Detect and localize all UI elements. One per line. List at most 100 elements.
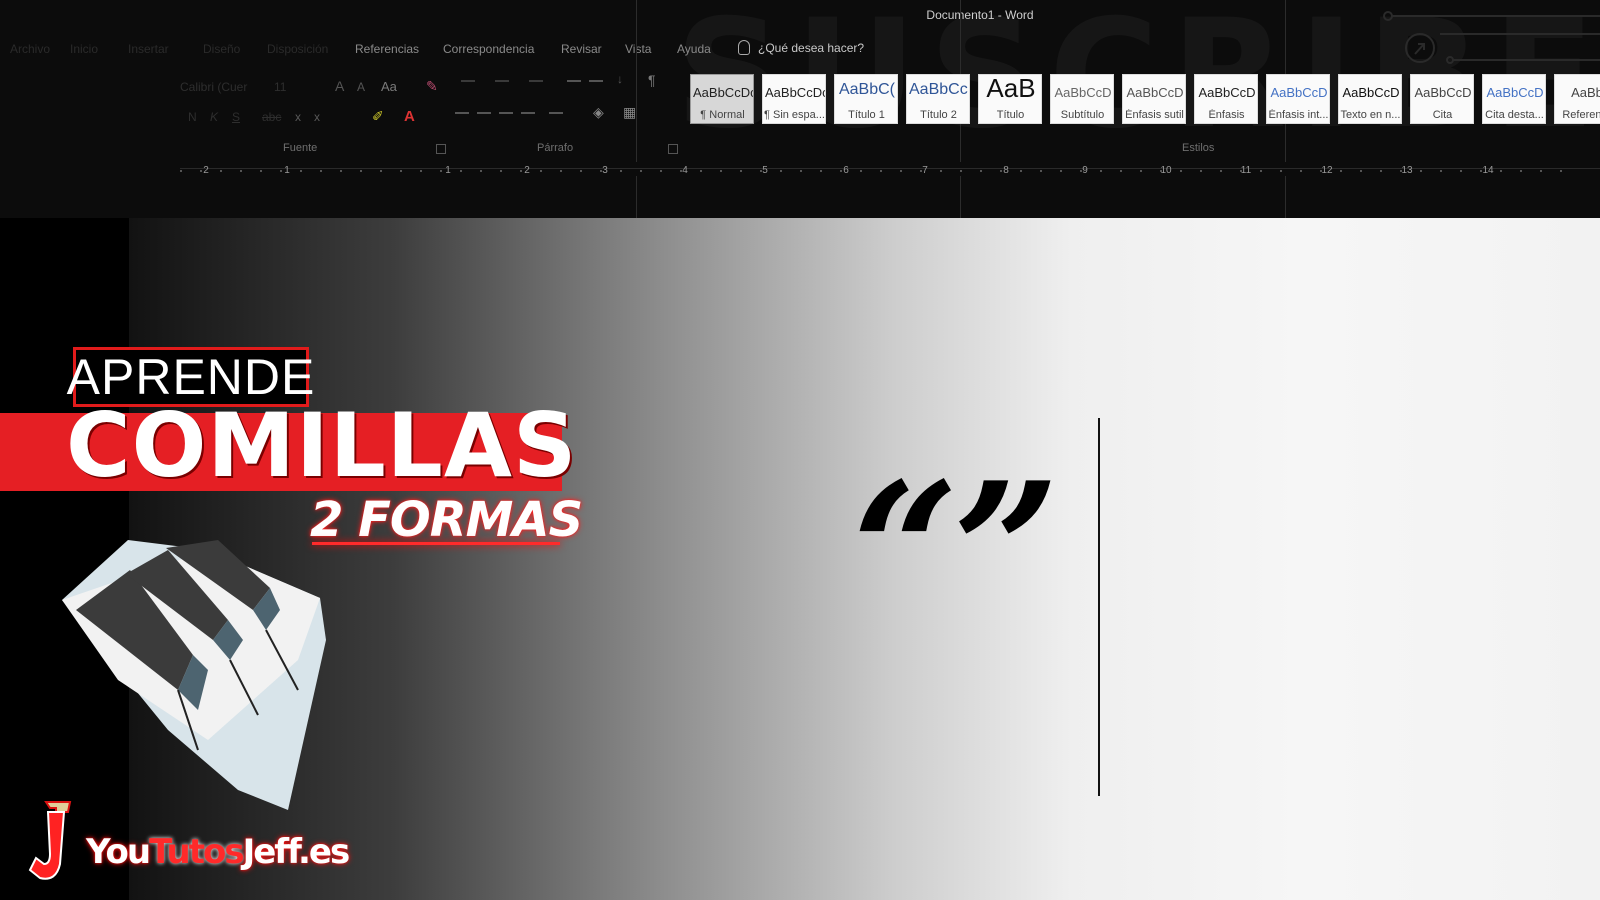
style-tile[interactable]: AaBbCcD Cita	[1410, 74, 1474, 124]
style-tile[interactable]: AaBbCcD Énfasis	[1194, 74, 1258, 124]
multilevel-list-icon[interactable]	[529, 80, 543, 82]
circuit-decoration	[1383, 11, 1600, 64]
italic-button[interactable]: K	[210, 110, 218, 124]
font-color-icon[interactable]: A	[404, 108, 415, 125]
tab-vista[interactable]: Vista	[625, 42, 651, 56]
subscript-button[interactable]: x	[295, 110, 301, 124]
ruler-dot	[280, 170, 282, 172]
horizontal-ruler[interactable]: 2 1 1 2 3 4 5 6 7 8 9 10 11 12 13 14	[180, 162, 1600, 176]
style-sample: AaBbCcD	[1486, 85, 1544, 100]
style-name: Subtítulo	[1060, 109, 1105, 121]
ruler-dot	[220, 170, 222, 172]
ruler-dot	[760, 170, 762, 172]
justify-icon[interactable]	[521, 112, 535, 114]
style-tile[interactable]: AaBbCcI Título 2	[906, 74, 970, 124]
ruler-dot	[1440, 170, 1442, 172]
style-tile[interactable]: AaBbCcDc ¶ Normal	[690, 74, 754, 124]
style-sample: AaBbCcDc	[765, 85, 825, 100]
style-tile[interactable]: AaBbCcD Cita desta...	[1482, 74, 1546, 124]
ruler-line	[180, 168, 1600, 169]
style-tile[interactable]: AaBbCcDc ¶ Sin espa...	[762, 74, 826, 124]
tab-referencias[interactable]: Referencias	[355, 42, 419, 56]
shrink-font-icon[interactable]: A	[357, 80, 365, 94]
style-tile[interactable]: AaB Título	[978, 74, 1042, 124]
style-tile[interactable]: AaBbC(Título 1	[834, 74, 898, 124]
grow-font-icon[interactable]: A	[335, 78, 344, 94]
ruler-number: 5	[762, 165, 768, 176]
ruler-dot	[1240, 170, 1242, 172]
ruler-dot	[1180, 170, 1182, 172]
tab-archivo[interactable]: Archivo	[10, 42, 50, 56]
numbering-icon[interactable]	[495, 80, 509, 82]
style-tile[interactable]: AaBbCcD Énfasis sutil	[1122, 74, 1186, 124]
change-case-button[interactable]: Aa	[381, 79, 397, 94]
ruler-dot	[1000, 170, 1002, 172]
ruler-dot	[700, 170, 702, 172]
style-name: Énfasis int...	[1268, 109, 1329, 121]
sort-icon[interactable]: ↓	[617, 72, 623, 86]
align-right-icon[interactable]	[499, 112, 513, 114]
pilcrow-icon[interactable]: ¶	[648, 72, 656, 88]
superscript-button[interactable]: x	[314, 110, 320, 124]
tab-correspondencia[interactable]: Correspondencia	[443, 42, 534, 56]
font-size-select[interactable]: 11	[274, 80, 286, 94]
borders-icon[interactable]: ▦	[623, 104, 636, 121]
tab-ayuda[interactable]: Ayuda	[677, 42, 711, 56]
ruler-dot	[1260, 170, 1262, 172]
ruler-dot	[660, 170, 662, 172]
line-spacing-icon[interactable]	[549, 112, 563, 114]
style-name: ¶ Sin espa...	[764, 109, 825, 121]
bullets-icon[interactable]	[461, 80, 475, 82]
tab-revisar[interactable]: Revisar	[561, 42, 602, 56]
ruler-dot	[640, 170, 642, 172]
formas-underline	[312, 542, 560, 545]
ruler-dot	[1400, 170, 1402, 172]
ruler-dot	[940, 170, 942, 172]
strikethrough-button[interactable]: abc	[262, 110, 281, 124]
style-name: ¶ Normal	[700, 109, 745, 121]
increase-indent-icon[interactable]	[589, 80, 603, 82]
bold-button[interactable]: N	[188, 110, 197, 124]
style-tile[interactable]: AaBbCcD Énfasis int...	[1266, 74, 1330, 124]
ruler-dot	[1560, 170, 1562, 172]
ruler-dot	[880, 170, 882, 172]
logo-jeff: Jeff.es	[242, 832, 351, 872]
underline-button[interactable]: S	[232, 110, 240, 124]
ruler-dot	[1100, 170, 1102, 172]
ruler-dot	[1080, 170, 1082, 172]
style-tile[interactable]: AaBb Referen...	[1554, 74, 1600, 124]
shading-icon[interactable]: ◈	[593, 104, 604, 121]
clear-format-icon[interactable]: ✎	[426, 78, 438, 95]
ruler-dot	[380, 170, 382, 172]
font-dialog-launcher-icon[interactable]	[436, 144, 446, 154]
align-left-icon[interactable]	[455, 112, 469, 114]
style-sample: AaBbCcD	[1342, 85, 1400, 100]
style-tile[interactable]: AaBbCcD Texto en n...	[1338, 74, 1402, 124]
align-center-icon[interactable]	[477, 112, 491, 114]
decrease-indent-icon[interactable]	[567, 80, 581, 82]
ruler-dot	[480, 170, 482, 172]
style-name: Título 1	[848, 109, 885, 121]
tab-diseno[interactable]: Diseño	[203, 42, 240, 56]
ruler-dot	[1280, 170, 1282, 172]
style-name: Énfasis sutil	[1125, 109, 1184, 121]
ruler-dot	[1040, 170, 1042, 172]
ruler-dot	[1380, 170, 1382, 172]
font-name-select[interactable]: Calibri (Cuer	[180, 80, 247, 94]
tell-me-search[interactable]: ¿Qué desea hacer?	[738, 40, 864, 55]
ruler-dot	[1300, 170, 1302, 172]
highlight-icon[interactable]: ✐	[372, 108, 384, 125]
tab-disposicion[interactable]: Disposición	[267, 42, 328, 56]
style-tile[interactable]: AaBbCcD Subtítulo	[1050, 74, 1114, 124]
ruler-dot	[400, 170, 402, 172]
style-sample: AaBbCcD	[1054, 85, 1112, 100]
ruler-number: 10	[1160, 165, 1172, 176]
tab-insertar[interactable]: Insertar	[128, 42, 169, 56]
ruler-number: 7	[922, 165, 928, 176]
tab-inicio[interactable]: Inicio	[70, 42, 98, 56]
ruler-dot	[260, 170, 262, 172]
channel-logo-text: YouTutosJeff.es	[86, 832, 351, 872]
style-name: Cita desta...	[1485, 109, 1544, 121]
paragraph-dialog-launcher-icon[interactable]	[668, 144, 678, 154]
ruler-dot	[1060, 170, 1062, 172]
